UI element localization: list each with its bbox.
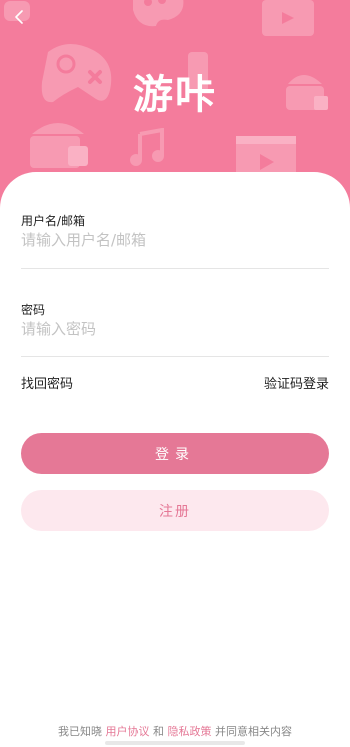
password-label: 密码 (21, 303, 46, 317)
register-button[interactable]: 注册 (21, 490, 329, 531)
login-button[interactable]: 登录 (21, 433, 329, 474)
cake-icon (30, 123, 88, 168)
username-label: 用户名/邮箱 (21, 214, 86, 228)
privacy-policy-link[interactable]: 隐私政策 (168, 725, 212, 738)
agreement-and: 和 (153, 725, 164, 738)
agreement-suffix: 并同意相关内容 (215, 725, 292, 738)
username-divider (21, 268, 329, 269)
palette-icon (133, 0, 184, 27)
home-indicator (105, 741, 245, 745)
music-note-icon (130, 128, 164, 166)
password-input[interactable] (21, 317, 329, 341)
username-input[interactable] (21, 228, 329, 252)
app-title: 游咔 (133, 72, 217, 118)
agreement-prefix: 我已知晓 (58, 725, 102, 738)
back-button[interactable] (14, 8, 32, 30)
user-agreement-link[interactable]: 用户协议 (106, 725, 150, 738)
password-divider (21, 356, 329, 357)
chevron-left-icon (15, 10, 23, 24)
code-login-link[interactable]: 验证码登录 (264, 373, 329, 392)
video-icon (262, 0, 314, 36)
forgot-password-link[interactable]: 找回密码 (21, 373, 73, 392)
agreement-text: 我已知晓 用户协议 和 隐私政策 并同意相关内容 (0, 723, 350, 739)
